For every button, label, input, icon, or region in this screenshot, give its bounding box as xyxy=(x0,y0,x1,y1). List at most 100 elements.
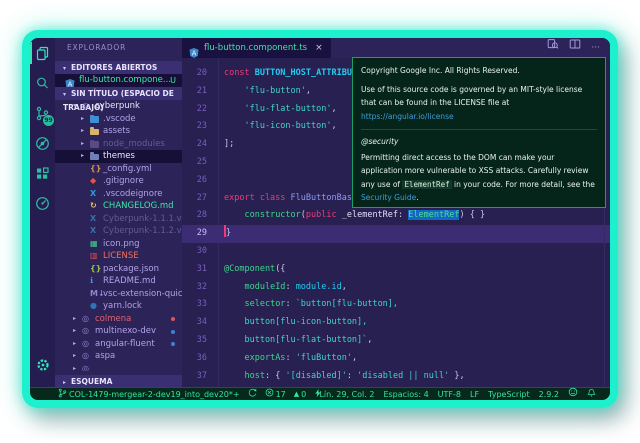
indentation[interactable]: Espacios: 4 xyxy=(383,388,428,400)
outline-header[interactable]: ▸ESQUEMA xyxy=(55,375,182,387)
typescript-version[interactable]: 2.9.2 xyxy=(539,388,559,400)
file-type-icon: {} xyxy=(90,263,101,276)
line-number: 22 xyxy=(182,101,207,119)
chevron-icon: ▸ xyxy=(73,325,76,338)
file-type-icon: ▦ xyxy=(90,238,98,251)
tree-item-label: themes xyxy=(103,150,135,163)
tree-item-label: .gitignore xyxy=(103,175,144,188)
tree-item-multinexo-dev[interactable]: ▸◎multinexo-dev xyxy=(55,325,182,338)
error-count[interactable]: 17 xyxy=(265,388,286,400)
tree-item-assets[interactable]: ▸assets xyxy=(55,125,182,138)
file-type-icon: {} xyxy=(90,163,101,176)
sync-icon xyxy=(248,388,257,400)
file-type-icon: ℹ xyxy=(90,275,93,288)
file-type-icon: ◎ xyxy=(82,313,89,326)
line-number: 28 xyxy=(182,207,207,225)
tree-item-icon-png[interactable]: ▦icon.png xyxy=(55,238,182,251)
file-type-icon: ↻ xyxy=(90,200,97,213)
search-icon[interactable] xyxy=(30,68,55,98)
notifications[interactable] xyxy=(587,388,596,401)
code-line-29[interactable]: 29} xyxy=(182,225,610,243)
feedback[interactable] xyxy=(568,387,578,400)
tree-item-label: colmena xyxy=(95,313,131,326)
editor-actions: ··· xyxy=(547,38,600,58)
cursor-position[interactable]: Lín. 29, Col. 2 xyxy=(319,388,374,400)
code-line-30[interactable]: 30 xyxy=(182,243,610,261)
tree-item-node-modules[interactable]: ▸node_modules xyxy=(55,138,182,151)
status-text: 17 xyxy=(276,388,286,400)
tree-item-colmena[interactable]: ▸◎colmena xyxy=(55,313,182,326)
tree-item-readme-md[interactable]: ℹREADME.md xyxy=(55,275,182,288)
tree-item-changelog-md[interactable]: ↻CHANGELOG.md xyxy=(55,200,182,213)
tree-item--vscodeignore[interactable]: X.vscodeignore xyxy=(55,188,182,201)
sync-status[interactable] xyxy=(248,388,257,400)
open-editor-item[interactable]: A flu-button.compone... U xyxy=(55,74,182,87)
tree-item-license[interactable]: ▥LICENSE xyxy=(55,250,182,263)
tree-item-label: assets xyxy=(103,125,130,138)
tree-item--vscode[interactable]: ▸.vscode xyxy=(55,113,182,126)
code-line-35[interactable]: 35 button[flu-flat-button]`, xyxy=(182,332,610,350)
status-text: UTF-8 xyxy=(438,388,461,400)
tree-item-package-json[interactable]: {}package.json xyxy=(55,263,182,276)
status-text: LF xyxy=(470,388,479,400)
tree-item-themes[interactable]: ▸themes xyxy=(55,150,182,163)
code-line-32[interactable]: 32 moduleId: module.id, xyxy=(182,279,610,297)
compass-icon[interactable] xyxy=(30,188,55,218)
language-mode[interactable]: TypeScript xyxy=(488,388,530,400)
code-text: 'flu-button', xyxy=(224,83,311,101)
code-line-33[interactable]: 33 selector: `button[flu-button], xyxy=(182,296,610,314)
git-status-dot xyxy=(171,330,175,334)
code-line-37[interactable]: 37 host: { '[disabled]': 'disabled || nu… xyxy=(182,368,610,386)
explorer-icon[interactable] xyxy=(30,38,55,68)
tree-item-hidden[interactable]: ▸◎ xyxy=(55,363,182,372)
tree-item-label: package.json xyxy=(103,263,159,276)
tree-item-cyberpunk-1-1-2-vsix[interactable]: XCyberpunk-1.1.2.vsix xyxy=(55,225,182,238)
security-guide-link[interactable]: Security Guide xyxy=(361,193,416,202)
tree-item-cyberpunk-1-1-1-vsix[interactable]: XCyberpunk-1.1.1.vsix xyxy=(55,213,182,226)
tree-item-angular-fluent[interactable]: ▸◎angular-fluent xyxy=(55,338,182,351)
extensions-icon[interactable] xyxy=(30,158,55,188)
workspace-header[interactable]: ▾SIN TÍTULO (ESPACIO DE TRABAJO) xyxy=(55,87,182,100)
tree-item-cyberpunk[interactable]: ▾◎cyberpunk xyxy=(55,100,182,113)
security-tag: @security xyxy=(361,135,597,149)
code-text: button[flu-icon-button], xyxy=(224,314,367,332)
gear-icon[interactable] xyxy=(30,353,55,377)
tree-item-label: _config.yml xyxy=(103,163,152,176)
code-line-36[interactable]: 36 exportAs: 'fluButton', xyxy=(182,350,610,368)
explorer-sidebar: EXPLORADOR ▾EDITORES ABIERTOS A flu-butt… xyxy=(55,38,182,387)
tree-item-aspa[interactable]: ▸◎aspa xyxy=(55,350,182,363)
license-link[interactable]: https://angular.io/license xyxy=(361,112,454,121)
file-type-icon: ◎ xyxy=(82,100,89,113)
eol[interactable]: LF xyxy=(470,388,479,400)
warning-count[interactable]: ▲0 xyxy=(294,388,306,400)
tab-flu-button-component[interactable]: A flu-button.component.ts × xyxy=(182,38,331,58)
debug-icon[interactable] xyxy=(30,128,55,158)
git-branch-status[interactable]: COL-1479-mergear-2-dev19_into_dev20*+ xyxy=(58,388,240,401)
tree-item-label: vsc-extension-quicksta.. xyxy=(103,288,182,301)
chevron-icon: ▸ xyxy=(73,363,76,372)
line-number: 24 xyxy=(182,136,207,154)
code-text: button[flu-flat-button]`, xyxy=(224,332,372,350)
more-actions-icon[interactable]: ··· xyxy=(591,38,600,58)
source-control-icon[interactable]: 99 xyxy=(30,98,55,128)
code-text: constructor(public _elementRef: ElementR… xyxy=(224,207,485,225)
code-line-34[interactable]: 34 button[flu-icon-button], xyxy=(182,314,610,332)
code-line-28[interactable]: 28 constructor(public _elementRef: Eleme… xyxy=(182,207,610,225)
close-icon[interactable]: × xyxy=(315,43,323,53)
warning-icon: ▲ xyxy=(294,388,299,400)
code-line-31[interactable]: 31@Component({ xyxy=(182,261,610,279)
open-preview-icon[interactable] xyxy=(547,38,559,58)
tooltip-security-text: Permitting direct access to the DOM can … xyxy=(361,151,597,205)
chevron-right-icon: ▸ xyxy=(63,376,71,387)
line-number: 31 xyxy=(182,261,207,279)
tree-item-vsc-extension-quicksta-[interactable]: M↓vsc-extension-quicksta.. xyxy=(55,288,182,301)
line-number: 30 xyxy=(182,243,207,261)
encoding[interactable]: UTF-8 xyxy=(438,388,461,400)
tree-item-label: node_modules xyxy=(103,138,165,151)
tree-item-yarn-lock[interactable]: ●yarn.lock xyxy=(55,300,182,313)
tree-item--gitignore[interactable]: ◆.gitignore xyxy=(55,175,182,188)
tree-item--config-yml[interactable]: {}_config.yml xyxy=(55,163,182,176)
activity-bar: 99 xyxy=(30,38,55,387)
split-editor-icon[interactable] xyxy=(569,38,581,58)
open-editors-header[interactable]: ▾EDITORES ABIERTOS xyxy=(55,61,182,74)
